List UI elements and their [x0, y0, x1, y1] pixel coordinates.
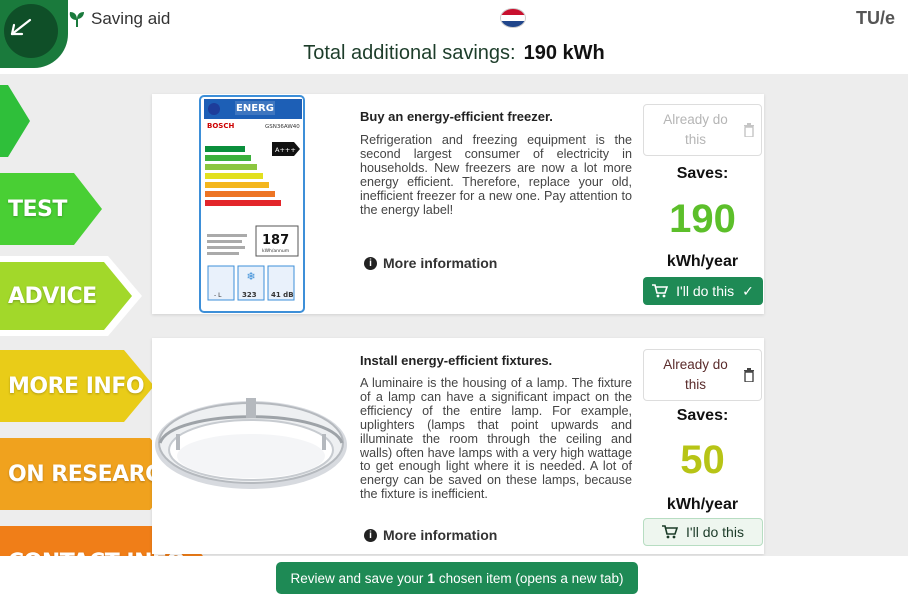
nav-item-advice[interactable]: ADVICE: [0, 256, 144, 336]
svg-text:41 dB: 41 dB: [271, 291, 294, 299]
nav-item-label: ADVICE: [8, 283, 97, 309]
svg-text:- L: - L: [214, 292, 222, 299]
saves-unit: kWh/year: [666, 496, 739, 513]
saves-value: 190: [669, 197, 736, 241]
brand: Saving aid: [68, 8, 170, 30]
svg-text:BOSCH: BOSCH: [207, 122, 234, 130]
review-and-save-button[interactable]: Review and save your 1 chosen item (open…: [276, 562, 638, 594]
card-title: Install energy-efficient fixtures.: [360, 353, 553, 368]
nav-item-label: MORE INFO: [8, 373, 145, 399]
saves-label: Saves:: [676, 407, 729, 424]
already-do-this-label: Already do this: [663, 112, 728, 147]
app-header: Saving aid TU/e Total additional savings…: [0, 0, 908, 74]
info-icon: i: [364, 256, 377, 270]
cart-icon: [662, 525, 679, 539]
ill-do-this-label: I'll do this: [676, 283, 735, 299]
ill-do-this-label: I'll do this: [686, 524, 744, 540]
card-description: Refrigeration and freezing equipment is …: [360, 133, 632, 217]
saves-unit: kWh/year: [666, 253, 739, 270]
check-icon: ✓: [742, 282, 754, 299]
language-flag-icon[interactable]: [500, 8, 526, 28]
already-do-this-label: Already do this: [663, 357, 728, 392]
nav-item-label: TEST: [8, 196, 67, 222]
svg-text:A+++: A+++: [275, 146, 296, 154]
more-info-link[interactable]: i More information: [364, 255, 497, 271]
saves-value: 50: [680, 438, 725, 482]
back-arrow-icon: [10, 18, 32, 36]
saves-label: Saves:: [676, 165, 729, 182]
total-savings-value: 190 kWh: [523, 42, 605, 64]
svg-text:323: 323: [242, 291, 257, 299]
brand-name: Saving aid: [91, 9, 171, 28]
advice-card: Install energy-efficient fixtures. A lum…: [152, 338, 764, 554]
trash-icon: [744, 368, 754, 382]
already-do-this-button[interactable]: Already do this: [643, 104, 762, 156]
svg-text:GSN36AW40: GSN36AW40: [265, 124, 300, 130]
svg-text:ENERG: ENERG: [236, 103, 274, 114]
review-suffix: chosen item (opens a new tab): [438, 570, 624, 586]
svg-text:kWh/annum: kWh/annum: [262, 248, 289, 254]
svg-text:187: 187: [262, 233, 289, 248]
svg-text:❄: ❄: [246, 270, 255, 283]
total-savings-label: Total additional savings:: [303, 42, 516, 64]
nav-item-more-info[interactable]: MORE INFO: [0, 350, 156, 422]
review-prefix: Review and save your: [290, 570, 424, 586]
trash-icon: [744, 123, 754, 137]
ceiling-light-image: [152, 338, 352, 554]
ill-do-this-button[interactable]: I'll do this ✓: [643, 277, 763, 305]
ill-do-this-button[interactable]: I'll do this: [643, 518, 763, 546]
review-count: 1: [427, 570, 435, 586]
energy-label-image: ENERG BOSCH GSN36AW40 A+++ 187 kWh/annum…: [152, 94, 352, 314]
cart-icon: [652, 284, 669, 298]
already-do-this-button[interactable]: Already do this: [643, 349, 762, 401]
info-icon: i: [364, 528, 377, 542]
tue-logo: TU/e: [856, 8, 896, 28]
advice-card: ENERG BOSCH GSN36AW40 A+++ 187 kWh/annum…: [152, 94, 764, 314]
nav-item-test[interactable]: TEST: [0, 173, 104, 245]
card-description: A luminaire is the housing of a lamp. Th…: [360, 376, 632, 502]
nav-item-home[interactable]: [0, 85, 32, 157]
more-info-link[interactable]: i More information: [364, 527, 497, 543]
total-savings: Total additional savings: 190 kWh: [0, 42, 908, 65]
card-title: Buy an energy-efficient freezer.: [360, 109, 553, 124]
leaf-icon: [69, 12, 84, 27]
more-info-label: More information: [383, 527, 498, 543]
more-info-label: More information: [383, 255, 498, 271]
